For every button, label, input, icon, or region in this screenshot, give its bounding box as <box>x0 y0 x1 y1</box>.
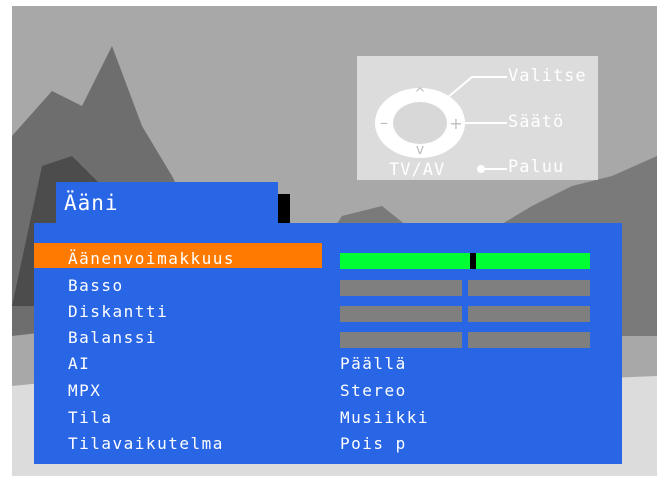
menu-item-label: AI <box>68 354 91 373</box>
volume-level-bar-right[interactable] <box>476 253 590 269</box>
menu-item-label: Äänenvoimakkuus <box>68 249 235 268</box>
menu-item-label: Basso <box>68 276 124 295</box>
menu-item-label: MPX <box>68 381 102 400</box>
treble-level-bar-left[interactable] <box>340 306 462 322</box>
remote-hint-box: ^ v – + Valitse Säätö Paluu TV/AV <box>357 56 598 180</box>
bass-level-bar-right[interactable] <box>468 280 590 296</box>
menu-item-label: Tilavaikutelma <box>68 434 224 453</box>
ai-value: Päällä <box>340 354 407 373</box>
balance-level-bar-left[interactable] <box>340 332 462 348</box>
menu-item-label: Balanssi <box>68 328 158 347</box>
surround-value: Pois p <box>340 434 407 453</box>
menu-title: Ääni <box>64 191 119 215</box>
select-label: Valitse <box>508 66 587 86</box>
mpx-value: Stereo <box>340 381 407 400</box>
balance-level-bar-right[interactable] <box>468 332 590 348</box>
menu-item-label: Diskantti <box>68 302 169 321</box>
svg-text:+: + <box>449 114 462 133</box>
mode-value: Musiikki <box>340 408 430 427</box>
bass-level-bar-left[interactable] <box>340 280 462 296</box>
svg-text:–: – <box>380 113 388 132</box>
source-label: TV/AV <box>389 160 446 180</box>
treble-level-bar-right[interactable] <box>468 306 590 322</box>
volume-level-bar-left[interactable] <box>340 253 470 269</box>
volume-level-marker <box>470 253 476 269</box>
menu-item-label: Tila <box>68 408 113 427</box>
adjust-label: Säätö <box>508 112 565 132</box>
svg-text:v: v <box>416 142 424 158</box>
back-label: Paluu <box>508 157 565 177</box>
svg-text:^: ^ <box>414 86 426 102</box>
